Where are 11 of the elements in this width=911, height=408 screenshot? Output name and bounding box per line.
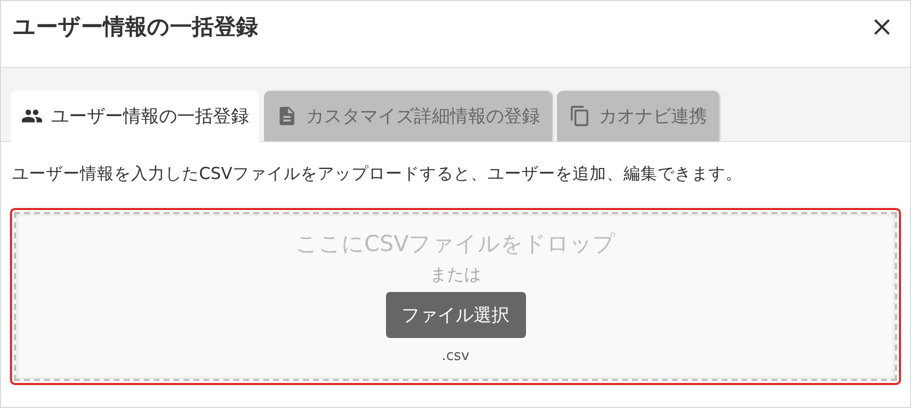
- copy-icon: [569, 105, 591, 127]
- dialog-title: ユーザー情報の一括登録: [13, 14, 258, 42]
- tab[interactable]: カオナビ連携: [557, 91, 719, 141]
- description: ユーザー情報を入力したCSVファイルをアップロードすると、ユーザーを追加、編集できます。: [12, 163, 744, 185]
- drop-zone[interactable]: ここにCSVファイルをドロップ または ファイル選択 .csv: [10, 208, 901, 385]
- file-select-button[interactable]: ファイル選択: [386, 292, 526, 338]
- tab[interactable]: ユーザー情報の一括登録: [11, 90, 259, 142]
- tab[interactable]: カスタマイズ詳細情報の登録: [264, 91, 552, 141]
- or-label: または: [430, 264, 481, 287]
- drop-prompt: ここにCSVファイルをドロップ: [295, 230, 616, 259]
- accepted-format: .csv: [442, 347, 470, 366]
